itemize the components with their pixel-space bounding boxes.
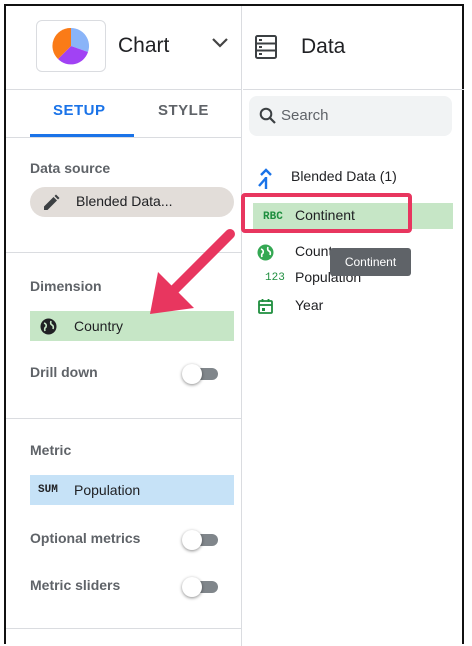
chevron-down-icon[interactable] [210, 36, 230, 50]
pencil-icon[interactable] [42, 194, 60, 212]
data-source-label: Data source [30, 160, 111, 176]
chart-properties-panel: Chart SETUP STYLE Data source Blended Da… [6, 6, 242, 646]
calendar-icon [258, 299, 273, 314]
tab-setup[interactable]: SETUP [53, 102, 106, 119]
data-source-chip[interactable]: Blended Data... [30, 187, 234, 217]
metric-label: Metric [30, 442, 72, 458]
aggregation-badge[interactable]: SUM [38, 484, 58, 496]
search-placeholder: Search [281, 107, 329, 124]
chart-title[interactable]: Chart [118, 34, 169, 58]
blend-icon [258, 168, 272, 189]
data-panel-title: Data [301, 35, 346, 58]
source-name: Blended Data (1) [291, 168, 397, 184]
field-year[interactable]: Year [253, 293, 453, 319]
database-icon [255, 35, 277, 59]
text-type-icon: RBC [263, 211, 283, 223]
pie-chart-icon [52, 27, 90, 65]
data-panel: Data Search Blended Data (1) RBC Contine… [243, 6, 464, 646]
metric-sliders-label: Metric sliders [30, 577, 121, 593]
globe-icon [40, 318, 57, 335]
data-header: Data [243, 6, 464, 90]
active-tab-indicator [30, 134, 134, 137]
optional-metrics-toggle[interactable] [182, 530, 218, 550]
section-divider [6, 418, 242, 419]
number-type-icon: 123 [265, 272, 285, 284]
data-source-name: Blended Data... [76, 193, 173, 209]
app-frame: Chart SETUP STYLE Data source Blended Da… [4, 4, 464, 646]
metric-field-name: Population [74, 482, 141, 498]
metric-chip[interactable]: SUM Population [30, 475, 234, 505]
field-search-input[interactable]: Search [249, 96, 452, 136]
dimension-field-name: Country [74, 318, 124, 334]
setup-style-tabs: SETUP STYLE [6, 90, 242, 138]
tab-style[interactable]: STYLE [158, 102, 209, 119]
search-icon [259, 107, 276, 124]
drag-tooltip: Continent [330, 248, 411, 276]
annotation-arrow-icon [150, 229, 235, 314]
optional-metrics-label: Optional metrics [30, 530, 141, 546]
section-divider [6, 628, 242, 629]
metric-sliders-toggle[interactable] [182, 577, 218, 597]
drill-down-toggle[interactable] [182, 364, 218, 384]
chart-header: Chart [6, 6, 242, 90]
field-name: Year [295, 297, 324, 313]
field-name: Continent [295, 207, 355, 223]
dimension-label: Dimension [30, 278, 102, 294]
chart-type-selector[interactable] [36, 20, 106, 72]
globe-icon [257, 244, 274, 261]
field-continent[interactable]: RBC Continent [253, 203, 453, 229]
drill-down-label: Drill down [30, 364, 98, 380]
